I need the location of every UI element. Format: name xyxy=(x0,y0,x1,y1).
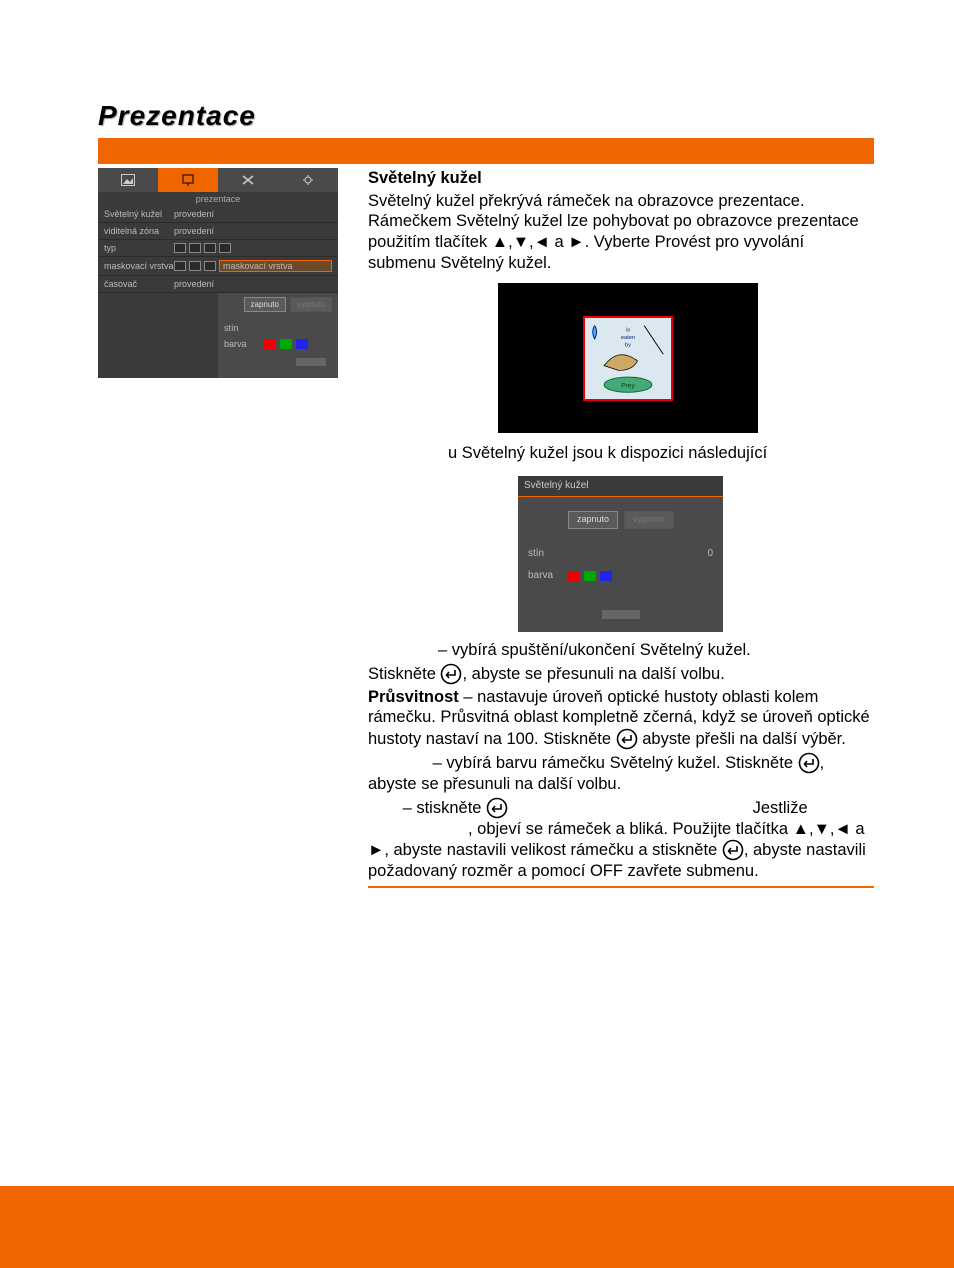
tab-tools-icon xyxy=(218,168,278,192)
enter-icon xyxy=(440,663,462,685)
press-line: Stiskněte , abyste se přesunuli na další… xyxy=(368,663,874,685)
sm-on-btn: zapnuto xyxy=(568,511,618,528)
color-paragraph: – vybírá barvu rámečku Světelný kužel. S… xyxy=(368,752,874,795)
submenu-off-btn: vypnuto xyxy=(290,297,332,312)
shade-paragraph: Průsvitnost – nastavuje úroveň optické h… xyxy=(368,687,874,750)
menu-screenshot: prezentace Světelný kužel provedení vidi… xyxy=(98,168,338,378)
menu-row-spotlight: Světelný kužel provedení xyxy=(98,206,338,223)
enter-icon xyxy=(798,752,820,774)
menu-subtitle: prezentace xyxy=(98,192,338,206)
menu-row-type: typ xyxy=(98,240,338,257)
slider-icon xyxy=(296,358,326,366)
tab-presentation-icon xyxy=(158,168,218,192)
sm-shade-row: stín 0 xyxy=(528,543,713,566)
submenu-shade-row: stín xyxy=(224,320,332,336)
svg-text:Prey: Prey xyxy=(621,382,635,389)
svg-text:is: is xyxy=(626,327,630,333)
menu-row-mask: maskovací vrstva maskovací vrstva xyxy=(98,257,338,276)
intro-paragraph: Světelný kužel překrývá rámeček na obraz… xyxy=(368,191,874,274)
tab-image-icon xyxy=(98,168,158,192)
sm-color-row: barva xyxy=(528,565,713,588)
header-divider xyxy=(98,138,874,164)
submenu-color-row: barva xyxy=(224,336,332,352)
enter-icon xyxy=(616,728,638,750)
sm-slider-icon xyxy=(602,610,640,619)
tab-settings-icon xyxy=(278,168,338,192)
svg-text:by: by xyxy=(625,342,631,348)
svg-text:eaten: eaten xyxy=(621,335,635,341)
enter-icon xyxy=(722,839,744,861)
menu-row-zone: viditelná zóna provedení xyxy=(98,223,338,240)
submenu-on-btn: zapnuto xyxy=(244,297,286,312)
on-off-line: – vybírá spuštění/ukončení Světelný kuže… xyxy=(438,640,874,661)
section-underline xyxy=(368,886,874,888)
submenu-screenshot: Světelný kužel zapnuto vypnuto stín 0 ba… xyxy=(518,476,723,632)
slider-paragraph: – stiskněte Jestliže , objeví se rámeček… xyxy=(368,797,874,882)
spotlight-preview: Prey is eaten by xyxy=(498,283,758,433)
menu-row-timer: časovač provedení xyxy=(98,276,338,293)
sm-off-btn: vypnuto xyxy=(624,511,674,528)
footer-bar xyxy=(0,1186,954,1268)
submenu-intro: u Světelný kužel jsou k dispozici násled… xyxy=(448,443,874,464)
section-heading: Světelný kužel xyxy=(368,169,482,187)
enter-icon xyxy=(486,797,508,819)
page-title: Prezentace xyxy=(98,100,874,132)
